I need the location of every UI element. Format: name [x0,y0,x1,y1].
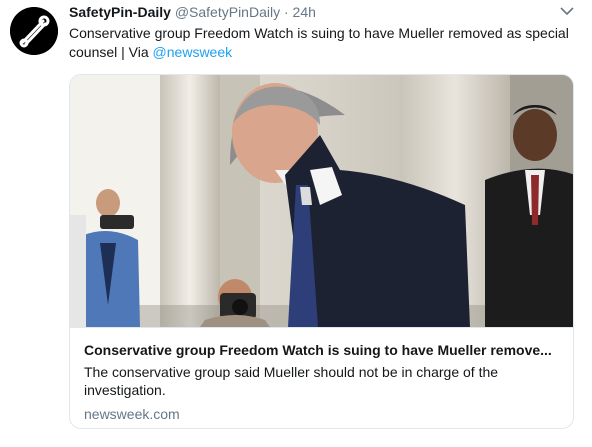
user-handle[interactable]: @SafetyPinDaily [175,4,280,20]
link-card[interactable]: Conservative group Freedom Watch is suin… [69,74,574,429]
tweet-header: SafetyPin-Daily @SafetyPinDaily · 24h [69,3,552,21]
display-name[interactable]: SafetyPin-Daily [69,4,171,20]
tweet-timestamp[interactable]: 24h [293,4,316,20]
chevron-down-icon[interactable] [560,6,574,16]
avatar[interactable] [10,7,58,55]
tweet-text: Conservative group Freedom Watch is suin… [69,24,579,62]
safety-pin-logo-icon [10,7,58,55]
card-description: The conservative group said Mueller shou… [84,364,499,398]
card-domain[interactable]: newsweek.com [84,405,559,423]
separator-dot: · [283,4,289,20]
card-title[interactable]: Conservative group Freedom Watch is suin… [84,341,554,359]
card-body: Conservative group Freedom Watch is suin… [70,327,573,423]
mention-link[interactable]: @newsweek [153,44,233,60]
tweet-body: Conservative group Freedom Watch is suin… [69,25,569,60]
news-photo [70,75,573,327]
